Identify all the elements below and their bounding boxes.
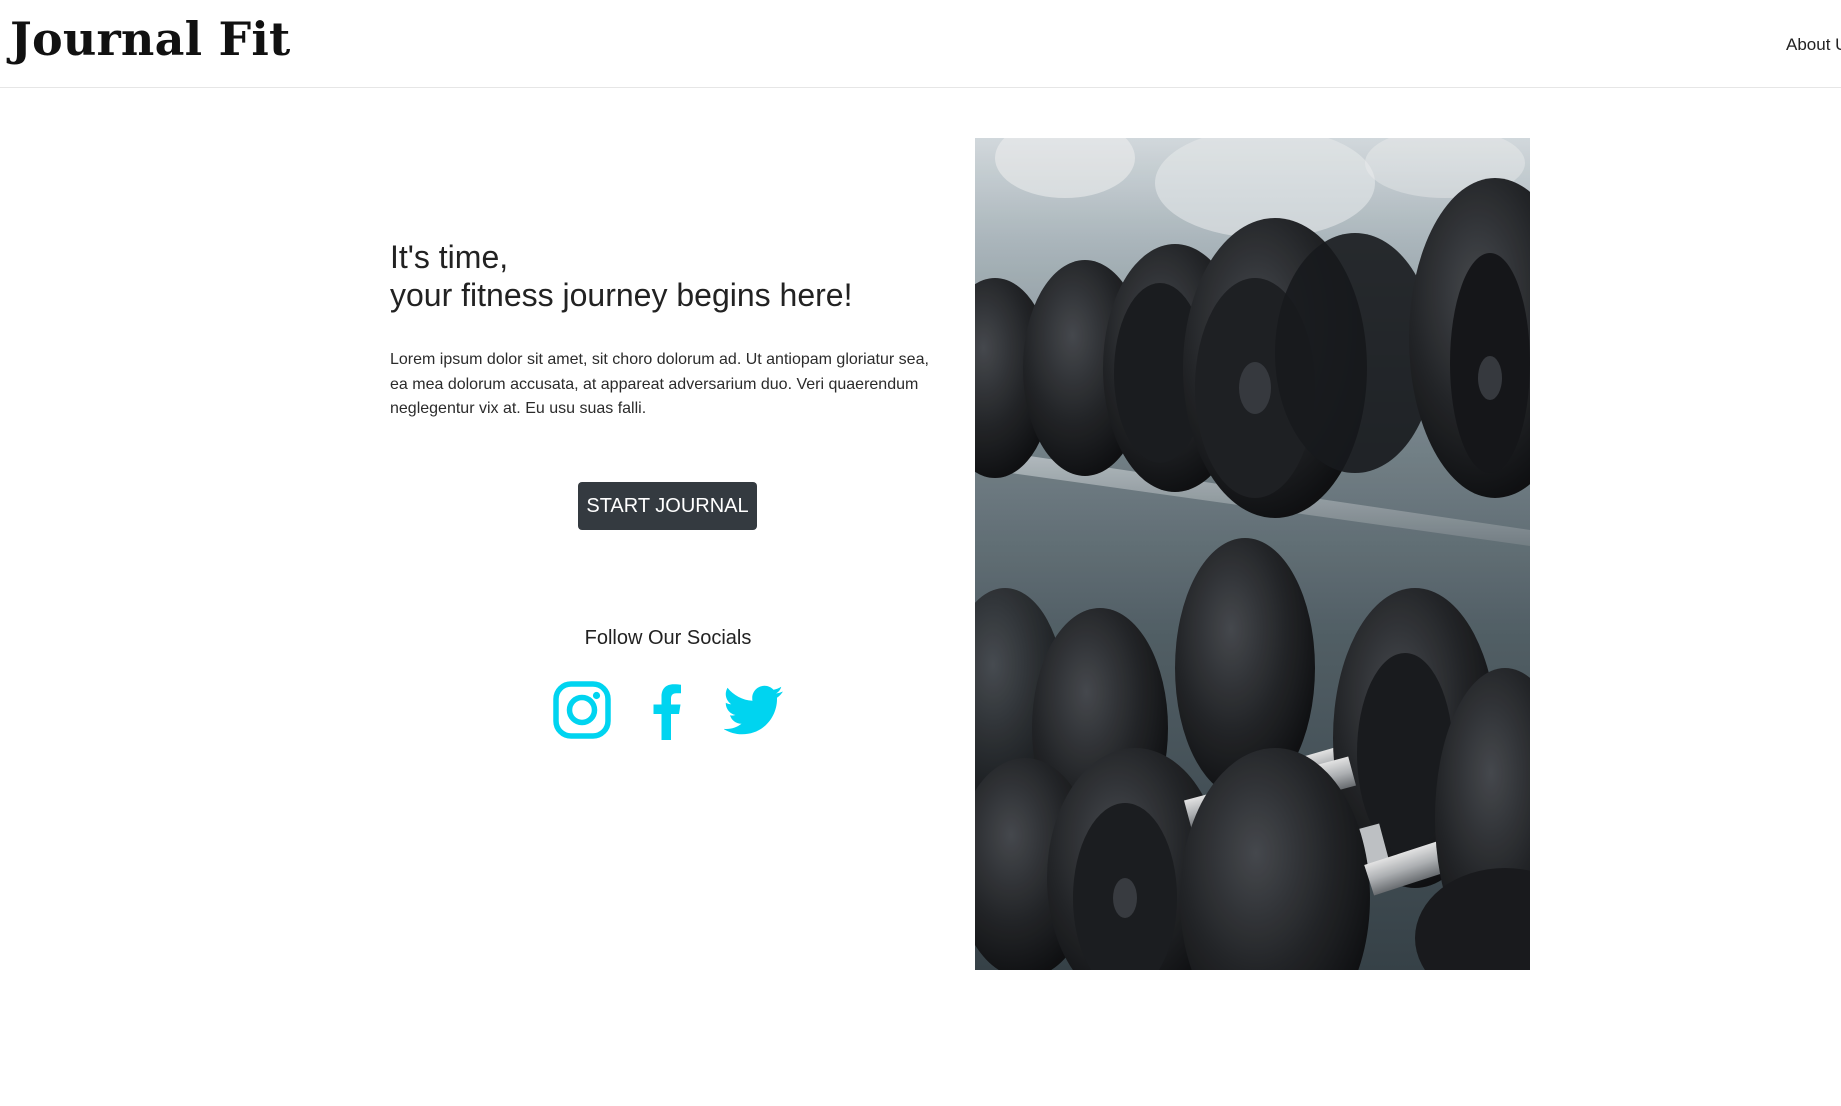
dumbbell-rack-illustration [975, 138, 1530, 970]
socials-heading: Follow Our Socials [584, 627, 752, 649]
facebook-icon[interactable] [638, 680, 698, 740]
twitter-icon[interactable] [724, 680, 784, 740]
nav-about-link[interactable]: About U [1786, 34, 1841, 56]
hero-headline-line2: your fitness journey begins here! [390, 277, 853, 313]
hero-headline: It's time, your fitness journey begins h… [390, 238, 945, 314]
brand-logo[interactable]: Journal Fit [10, 10, 290, 68]
start-journal-button[interactable]: START JOURNAL [578, 482, 757, 530]
hero-headline-line1: It's time, [390, 239, 509, 275]
top-navbar: Journal Fit About U [0, 0, 1841, 88]
instagram-icon[interactable] [552, 680, 612, 740]
hero-image-dumbbells [975, 138, 1530, 970]
hero-description: Lorem ipsum dolor sit amet, sit choro do… [390, 351, 929, 417]
hero-text-block: It's time, your fitness journey begins h… [390, 238, 945, 422]
